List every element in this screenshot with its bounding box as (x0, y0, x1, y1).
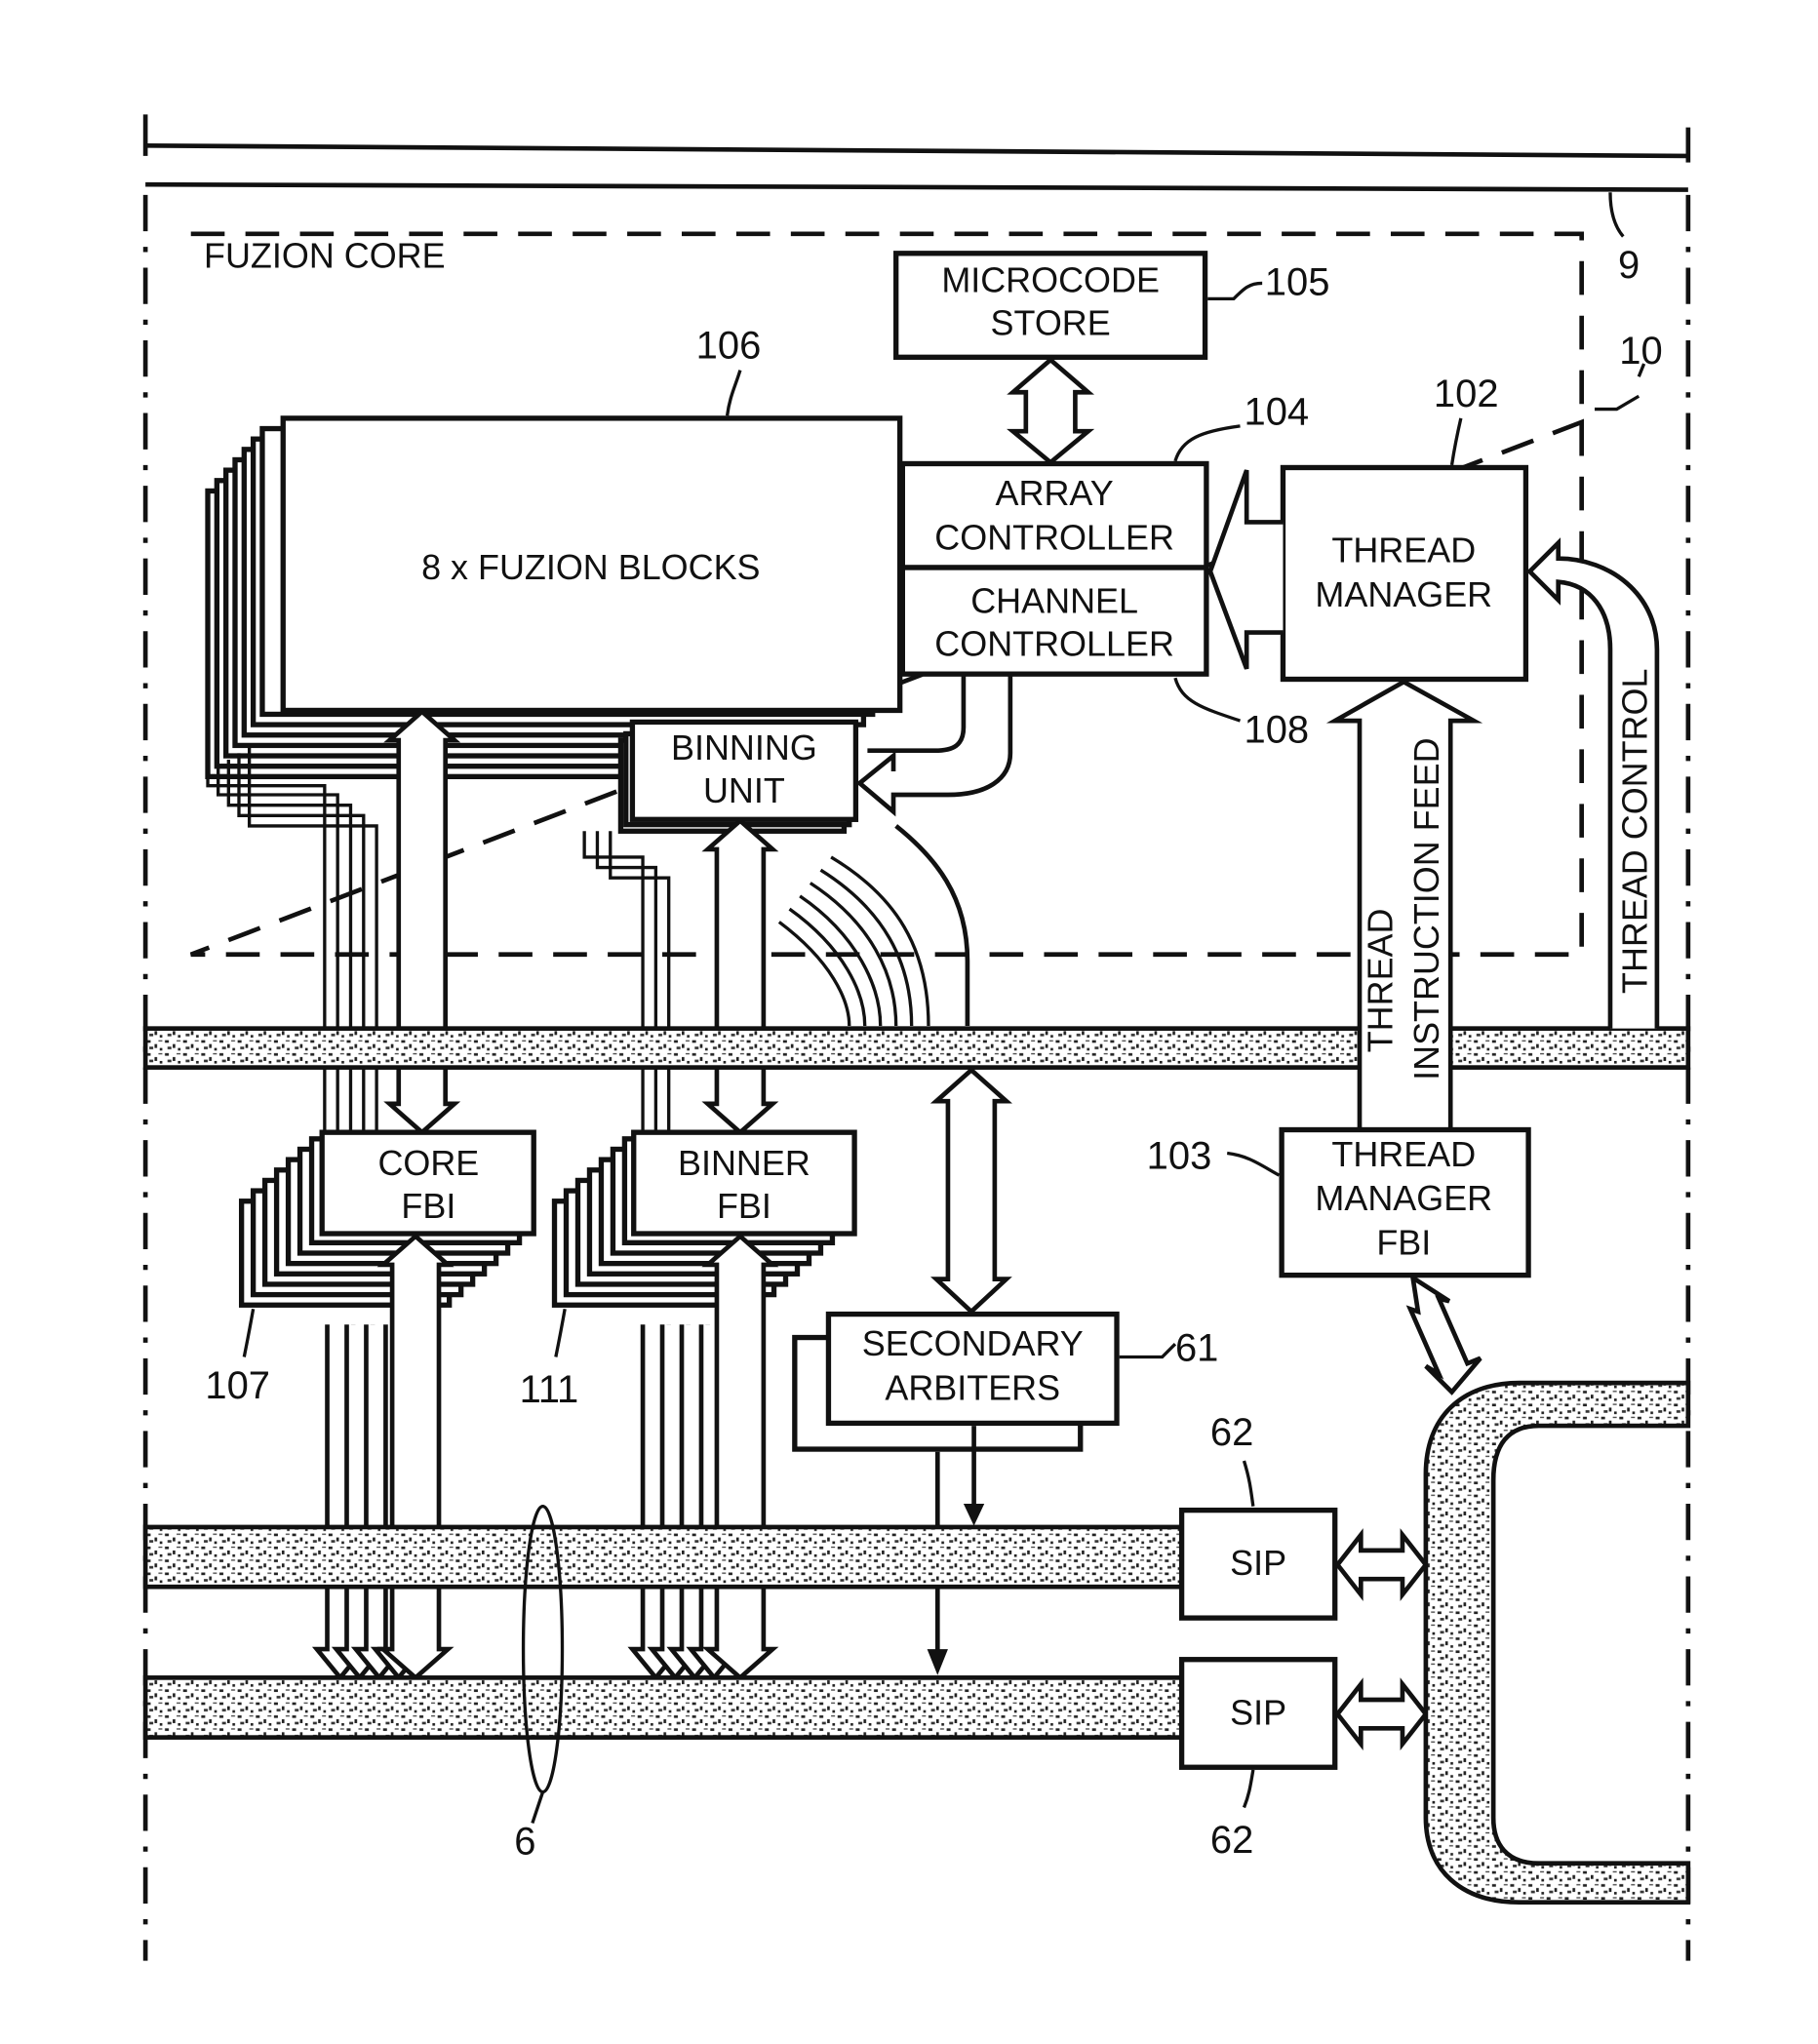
leader-62-bottom (1242, 1769, 1255, 1809)
leader-61 (1119, 1343, 1177, 1359)
ref-61: 61 (1175, 1327, 1218, 1370)
tm-fbi-label-2: MANAGER (1315, 1178, 1492, 1218)
ref-10: 10 (1619, 330, 1662, 373)
secondary-arbiters-label-2: ARBITERS (885, 1367, 1060, 1407)
leader-9 (1608, 192, 1625, 238)
binner-fbi-label-2: FBI (717, 1186, 771, 1226)
ref-104: 104 (1245, 391, 1310, 434)
leader-107 (242, 1308, 256, 1357)
thread-manager-block[interactable]: THREAD MANAGER (1280, 464, 1529, 683)
microcode-array-arrow (1007, 356, 1095, 466)
sip-bottom-ring-arrow (1334, 1677, 1429, 1751)
binning-unit-label-2: UNIT (703, 770, 785, 810)
ref-9: 9 (1618, 244, 1640, 287)
binning-unit-label-1: BINNING (671, 727, 817, 767)
arbiter-arrowhead-lower (927, 1649, 948, 1675)
array-controller-block[interactable]: ARRAY CONTROLLER (899, 460, 1209, 570)
ring-bus (1423, 1380, 1691, 1906)
leader-111 (554, 1308, 567, 1357)
binner-fbi-label-1: BINNER (678, 1143, 810, 1183)
fuzion-core-label: FUZION CORE (204, 235, 446, 275)
thread-feed-label-1: THREAD (1360, 909, 1400, 1053)
tm-fbi-label-3: FBI (1376, 1222, 1431, 1262)
array-controller-label-2: CONTROLLER (934, 517, 1174, 557)
sip-bottom-label: SIP (1230, 1692, 1286, 1732)
channel-controller-label-1: CHANNEL (970, 581, 1138, 621)
thread-feed-label-2: INSTRUCTION FEED (1406, 737, 1446, 1080)
leader-62-top (1242, 1460, 1255, 1507)
channel-controller-label-2: CONTROLLER (934, 624, 1174, 664)
core-fbi-label-1: CORE (377, 1143, 479, 1183)
ref-103: 103 (1147, 1134, 1212, 1177)
binning-binner-fbi-arrow (701, 817, 779, 1136)
array-controller-label-1: ARRAY (996, 473, 1114, 513)
ref-62-top: 62 (1210, 1411, 1253, 1454)
core-fbi-label-2: FBI (401, 1186, 455, 1226)
ref-6: 6 (514, 1820, 535, 1863)
leader-102 (1449, 417, 1463, 466)
leader-108 (1173, 677, 1242, 723)
sip-top-block[interactable]: SIP (1178, 1507, 1338, 1621)
fuzion-core-block-diagram: FUZION CORE 9 10 MICROCODE STORE 105 8 x… (142, 114, 1691, 1961)
ref-107: 107 (205, 1364, 270, 1407)
ref-111: 111 (520, 1368, 579, 1411)
sip-bottom-block[interactable]: SIP (1178, 1657, 1338, 1770)
thread-manager-fbi-block[interactable]: THREAD MANAGER FBI (1279, 1126, 1531, 1278)
leader-6 (531, 1791, 545, 1825)
microcode-store-block[interactable]: MICROCODE STORE (893, 251, 1208, 360)
microcode-store-label-1: MICROCODE (941, 260, 1160, 300)
channel-controller-block[interactable]: CHANNEL CONTROLLER (899, 565, 1209, 677)
fuzion-blocks[interactable]: 8 x FUZION BLOCKS (280, 415, 903, 714)
arbiter-arrowhead-upper (963, 1503, 985, 1526)
leader-104 (1173, 424, 1241, 462)
ref-62-bottom: 62 (1210, 1819, 1253, 1862)
ref-102: 102 (1434, 373, 1499, 415)
core-fbi-block[interactable]: CORE FBI (319, 1129, 536, 1237)
leader-103 (1226, 1151, 1281, 1177)
tm-fbi-label-1: THREAD (1331, 1134, 1476, 1174)
microcode-store-label-2: STORE (991, 303, 1111, 343)
sip-top-label: SIP (1230, 1543, 1286, 1583)
thread-manager-label-2: MANAGER (1315, 574, 1492, 614)
bus-lower (142, 1675, 1184, 1740)
binning-fan-lines (777, 855, 930, 1027)
leader-106 (725, 370, 742, 416)
leader-105 (1207, 281, 1263, 301)
binning-to-bus-curve (894, 824, 970, 1026)
binning-unit-block[interactable]: BINNING UNIT (629, 719, 859, 822)
ref-105: 105 (1265, 260, 1330, 303)
bus-secondary-arbiters-arrow (929, 1067, 1012, 1316)
fuzion-blocks-label: 8 x FUZION BLOCKS (421, 547, 760, 587)
secondary-arbiters-block[interactable]: SECONDARY ARBITERS (825, 1311, 1120, 1427)
ref-108: 108 (1245, 709, 1310, 752)
secondary-arbiters-label-1: SECONDARY (862, 1323, 1084, 1363)
thread-manager-label-1: THREAD (1331, 531, 1476, 570)
binner-fbi-block[interactable]: BINNER FBI (631, 1129, 857, 1237)
thread-control-label: THREAD CONTROL (1614, 669, 1654, 994)
main-bus-upper (142, 1026, 1691, 1070)
bus-middle (142, 1524, 1184, 1590)
sip-top-ring-arrow (1334, 1528, 1429, 1601)
ref-106: 106 (696, 325, 762, 368)
tm-fbi-ring-arrow (1405, 1273, 1482, 1395)
thread-manager-to-controllers-arrow (1207, 469, 1284, 670)
